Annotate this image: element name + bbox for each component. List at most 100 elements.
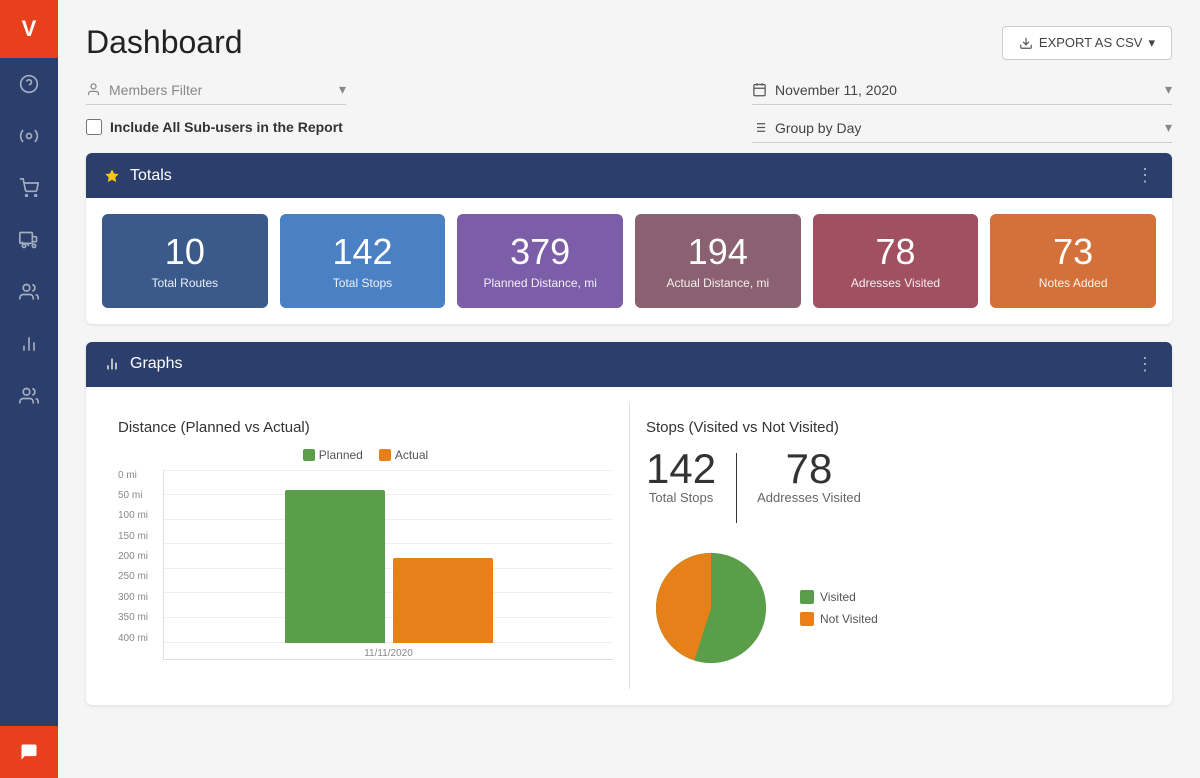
sidebar: V	[0, 0, 58, 778]
y-label-400: 400 mi	[118, 633, 163, 644]
stops-header: 142 Total Stops 78 Addresses Visited	[646, 448, 1140, 523]
x-axis-label: 11/11/2020	[164, 648, 613, 659]
graphs-grid: Distance (Planned vs Actual) Planned Act…	[86, 387, 1172, 705]
pie-legend: Visited Not Visited	[800, 590, 878, 626]
sidebar-item-team[interactable]	[0, 370, 58, 422]
user-icon	[86, 82, 101, 97]
members-filter-dropdown[interactable]: Members Filter ▾	[86, 81, 346, 105]
addresses-visited-label: Addresses Visited	[757, 490, 861, 505]
stat-card-notes: 73 Notes Added	[990, 214, 1156, 308]
include-subusers-checkbox[interactable]	[86, 119, 102, 135]
totals-menu-icon[interactable]: ⋮	[1136, 165, 1154, 186]
y-label-200: 200 mi	[118, 551, 163, 562]
visited-legend-item: Visited	[800, 590, 878, 604]
routes-value: 10	[165, 232, 205, 272]
export-label: EXPORT AS CSV	[1039, 35, 1143, 50]
stat-card-actual-distance: 194 Actual Distance, mi	[635, 214, 801, 308]
visited-legend-label: Visited	[820, 590, 856, 604]
graphs-header-left: Graphs	[104, 355, 182, 373]
date-filter-arrow-icon: ▾	[1165, 81, 1172, 98]
actual-bar	[393, 558, 493, 643]
page-title: Dashboard	[86, 24, 243, 61]
stops-divider	[736, 453, 737, 523]
sidebar-item-dispatch[interactable]	[0, 214, 58, 266]
date-filter-value: November 11, 2020	[775, 82, 897, 98]
group-icon	[752, 120, 767, 135]
distance-chart-legend: Planned Actual	[118, 448, 613, 462]
chat-button[interactable]	[0, 726, 58, 778]
not-visited-legend-label: Not Visited	[820, 612, 878, 626]
filters-row: Members Filter ▾ Include All Sub-users i…	[86, 81, 1172, 143]
planned-distance-value: 379	[510, 232, 570, 272]
main-content: Dashboard EXPORT AS CSV ▾ Members Filter…	[58, 0, 1200, 778]
y-label-350: 350 mi	[118, 612, 163, 623]
planned-legend-dot	[303, 449, 315, 461]
actual-distance-label: Actual Distance, mi	[666, 276, 769, 290]
stat-card-routes: 10 Total Routes	[102, 214, 268, 308]
stops-chart-card: Stops (Visited vs Not Visited) 142 Total…	[629, 403, 1156, 689]
planned-bar	[285, 490, 385, 642]
actual-distance-value: 194	[688, 232, 748, 272]
total-stops-label: Total Stops	[649, 490, 713, 505]
y-label-150: 150 mi	[118, 531, 163, 542]
routes-label: Total Routes	[151, 276, 218, 290]
stat-card-addresses-visited: 78 Adresses Visited	[813, 214, 979, 308]
bars-container	[164, 470, 613, 643]
header-row: Dashboard EXPORT AS CSV ▾	[86, 24, 1172, 61]
graphs-menu-icon[interactable]: ⋮	[1136, 354, 1154, 375]
stops-label: Total Stops	[333, 276, 392, 290]
sidebar-item-drivers[interactable]	[0, 266, 58, 318]
totals-panel-title: Totals	[130, 167, 172, 185]
y-label-50: 50 mi	[118, 490, 163, 501]
not-visited-legend-item: Not Visited	[800, 612, 878, 626]
sidebar-item-help[interactable]	[0, 58, 58, 110]
sidebar-item-orders[interactable]	[0, 162, 58, 214]
addresses-visited-number: 78	[786, 448, 833, 490]
group-by-dropdown[interactable]: Group by Day ▾	[752, 119, 1172, 143]
sidebar-item-analytics[interactable]	[0, 318, 58, 370]
calendar-icon	[752, 82, 767, 97]
members-filter-arrow-icon: ▾	[339, 81, 346, 98]
include-subusers-label: Include All Sub-users in the Report	[110, 119, 343, 135]
actual-legend-item: Actual	[379, 448, 428, 462]
visited-legend-dot	[800, 590, 814, 604]
pie-chart	[646, 543, 776, 673]
total-stops-stat: 142 Total Stops	[646, 448, 716, 505]
app-logo[interactable]: V	[0, 0, 58, 58]
filter-right: November 11, 2020 ▾ Group by Day ▾	[752, 81, 1172, 143]
stops-section: 142 Total Stops 78 Addresses Visited	[646, 448, 1140, 673]
actual-legend-dot	[379, 449, 391, 461]
y-label-0: 0 mi	[118, 470, 163, 481]
addresses-visited-value: 78	[875, 232, 915, 272]
y-label-300: 300 mi	[118, 592, 163, 603]
totals-panel-header: Totals ⋮	[86, 153, 1172, 198]
members-filter-label: Members Filter	[109, 82, 202, 98]
y-axis-labels: 400 mi 350 mi 300 mi 250 mi 200 mi 150 m…	[118, 470, 163, 660]
stops-value: 142	[332, 232, 392, 272]
filter-left: Members Filter ▾ Include All Sub-users i…	[86, 81, 346, 135]
addresses-visited-label: Adresses Visited	[851, 276, 940, 290]
planned-legend-label: Planned	[319, 448, 363, 462]
pie-row: Visited Not Visited	[646, 543, 1140, 673]
date-filter-dropdown[interactable]: November 11, 2020 ▾	[752, 81, 1172, 105]
y-label-100: 100 mi	[118, 510, 163, 521]
bar-chart-inner: 11/11/2020	[163, 470, 613, 660]
notes-value: 73	[1053, 232, 1093, 272]
bar-chart-container: 400 mi 350 mi 300 mi 250 mi 200 mi 150 m…	[118, 470, 613, 660]
planned-distance-label: Planned Distance, mi	[483, 276, 596, 290]
totals-grid: 10 Total Routes 142 Total Stops 379 Plan…	[86, 198, 1172, 324]
stat-card-planned-distance: 379 Planned Distance, mi	[457, 214, 623, 308]
include-subusers-checkbox-row[interactable]: Include All Sub-users in the Report	[86, 119, 346, 135]
planned-legend-item: Planned	[303, 448, 363, 462]
bar-chart-icon	[104, 356, 120, 372]
export-button[interactable]: EXPORT AS CSV ▾	[1002, 26, 1172, 60]
actual-legend-label: Actual	[395, 448, 428, 462]
total-stops-number: 142	[646, 448, 716, 490]
totals-panel: Totals ⋮ 10 Total Routes 142 Total Stops…	[86, 153, 1172, 324]
notes-label: Notes Added	[1039, 276, 1108, 290]
stops-chart-title: Stops (Visited vs Not Visited)	[646, 419, 1140, 436]
group-by-value: Group by Day	[775, 120, 861, 136]
stat-card-stops: 142 Total Stops	[280, 214, 446, 308]
sidebar-item-routes[interactable]	[0, 110, 58, 162]
distance-chart-card: Distance (Planned vs Actual) Planned Act…	[102, 403, 629, 689]
